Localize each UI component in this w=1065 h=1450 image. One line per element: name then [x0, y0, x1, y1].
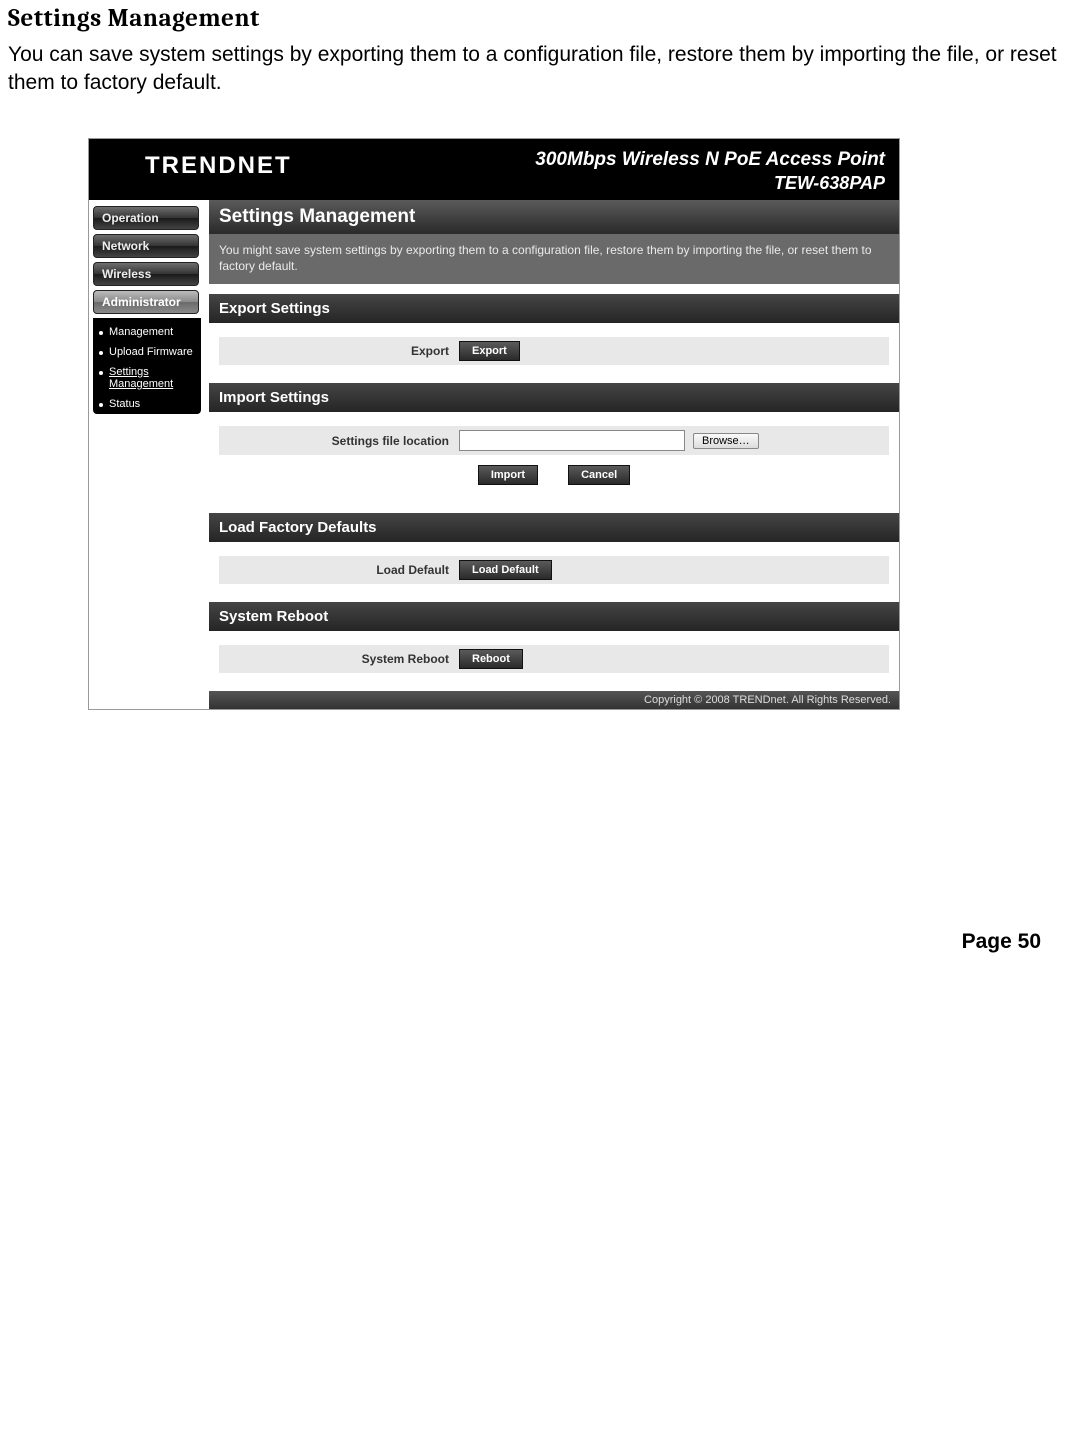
sidebar-nav: Operation Network Wireless Administrator…	[89, 200, 209, 709]
section-title-export: Export Settings	[209, 294, 899, 323]
doc-section-title: Settings Management	[8, 4, 1057, 33]
product-title: 300Mbps Wireless N PoE Access Point TEW-…	[535, 149, 885, 194]
subnav-list: Management Upload Firmware Settings Mana…	[93, 318, 201, 414]
product-name: 300Mbps Wireless N PoE Access Point	[535, 149, 885, 171]
brand-logo: TRENDNET	[103, 149, 292, 183]
load-default-label: Load Default	[219, 563, 459, 577]
page-title: Settings Management	[209, 200, 899, 234]
nav-item-wireless[interactable]: Wireless	[93, 262, 199, 286]
main-content: Settings Management You might save syste…	[209, 200, 899, 709]
subnav-label: Upload Firmware	[109, 346, 193, 358]
subnav-settings-management[interactable]: Settings Management	[95, 362, 201, 394]
cancel-button[interactable]: Cancel	[568, 465, 630, 485]
section-title-defaults: Load Factory Defaults	[209, 513, 899, 542]
page-number: Page 50	[8, 930, 1041, 954]
export-button[interactable]: Export	[459, 341, 520, 361]
subnav-upload-firmware[interactable]: Upload Firmware	[95, 342, 201, 362]
section-title-reboot: System Reboot	[209, 602, 899, 631]
subnav-label: Management	[109, 326, 173, 338]
load-default-button[interactable]: Load Default	[459, 560, 552, 580]
nav-item-operation[interactable]: Operation	[93, 206, 199, 230]
subnav-management[interactable]: Management	[95, 322, 201, 342]
section-title-import: Import Settings	[209, 383, 899, 412]
browse-button[interactable]: Browse…	[693, 433, 759, 449]
subnav-label: Settings Management	[109, 366, 173, 390]
import-button[interactable]: Import	[478, 465, 538, 485]
import-file-input[interactable]	[459, 430, 685, 451]
reboot-label: System Reboot	[219, 652, 459, 666]
nav-item-administrator[interactable]: Administrator	[93, 290, 199, 314]
section-defaults: Load Default Load Default	[209, 542, 899, 602]
section-export: Export Export	[209, 323, 899, 383]
app-header: TRENDNET 300Mbps Wireless N PoE Access P…	[89, 139, 899, 200]
swoosh-icon	[103, 149, 137, 183]
subnav-status[interactable]: Status	[95, 394, 201, 414]
subnav-label: Status	[109, 398, 140, 410]
import-file-label: Settings file location	[219, 434, 459, 448]
doc-section-description: You can save system settings by exportin…	[8, 41, 1057, 98]
page-description: You might save system settings by export…	[209, 234, 899, 284]
router-admin-screenshot: TRENDNET 300Mbps Wireless N PoE Access P…	[88, 138, 900, 710]
product-model: TEW-638PAP	[535, 173, 885, 194]
export-label: Export	[219, 344, 459, 358]
section-import: Settings file location Browse… Import Ca…	[209, 412, 899, 513]
nav-item-network[interactable]: Network	[93, 234, 199, 258]
reboot-button[interactable]: Reboot	[459, 649, 523, 669]
section-reboot: System Reboot Reboot	[209, 631, 899, 691]
brand-text: TRENDNET	[145, 152, 292, 180]
footer-copyright: Copyright © 2008 TRENDnet. All Rights Re…	[209, 691, 899, 709]
